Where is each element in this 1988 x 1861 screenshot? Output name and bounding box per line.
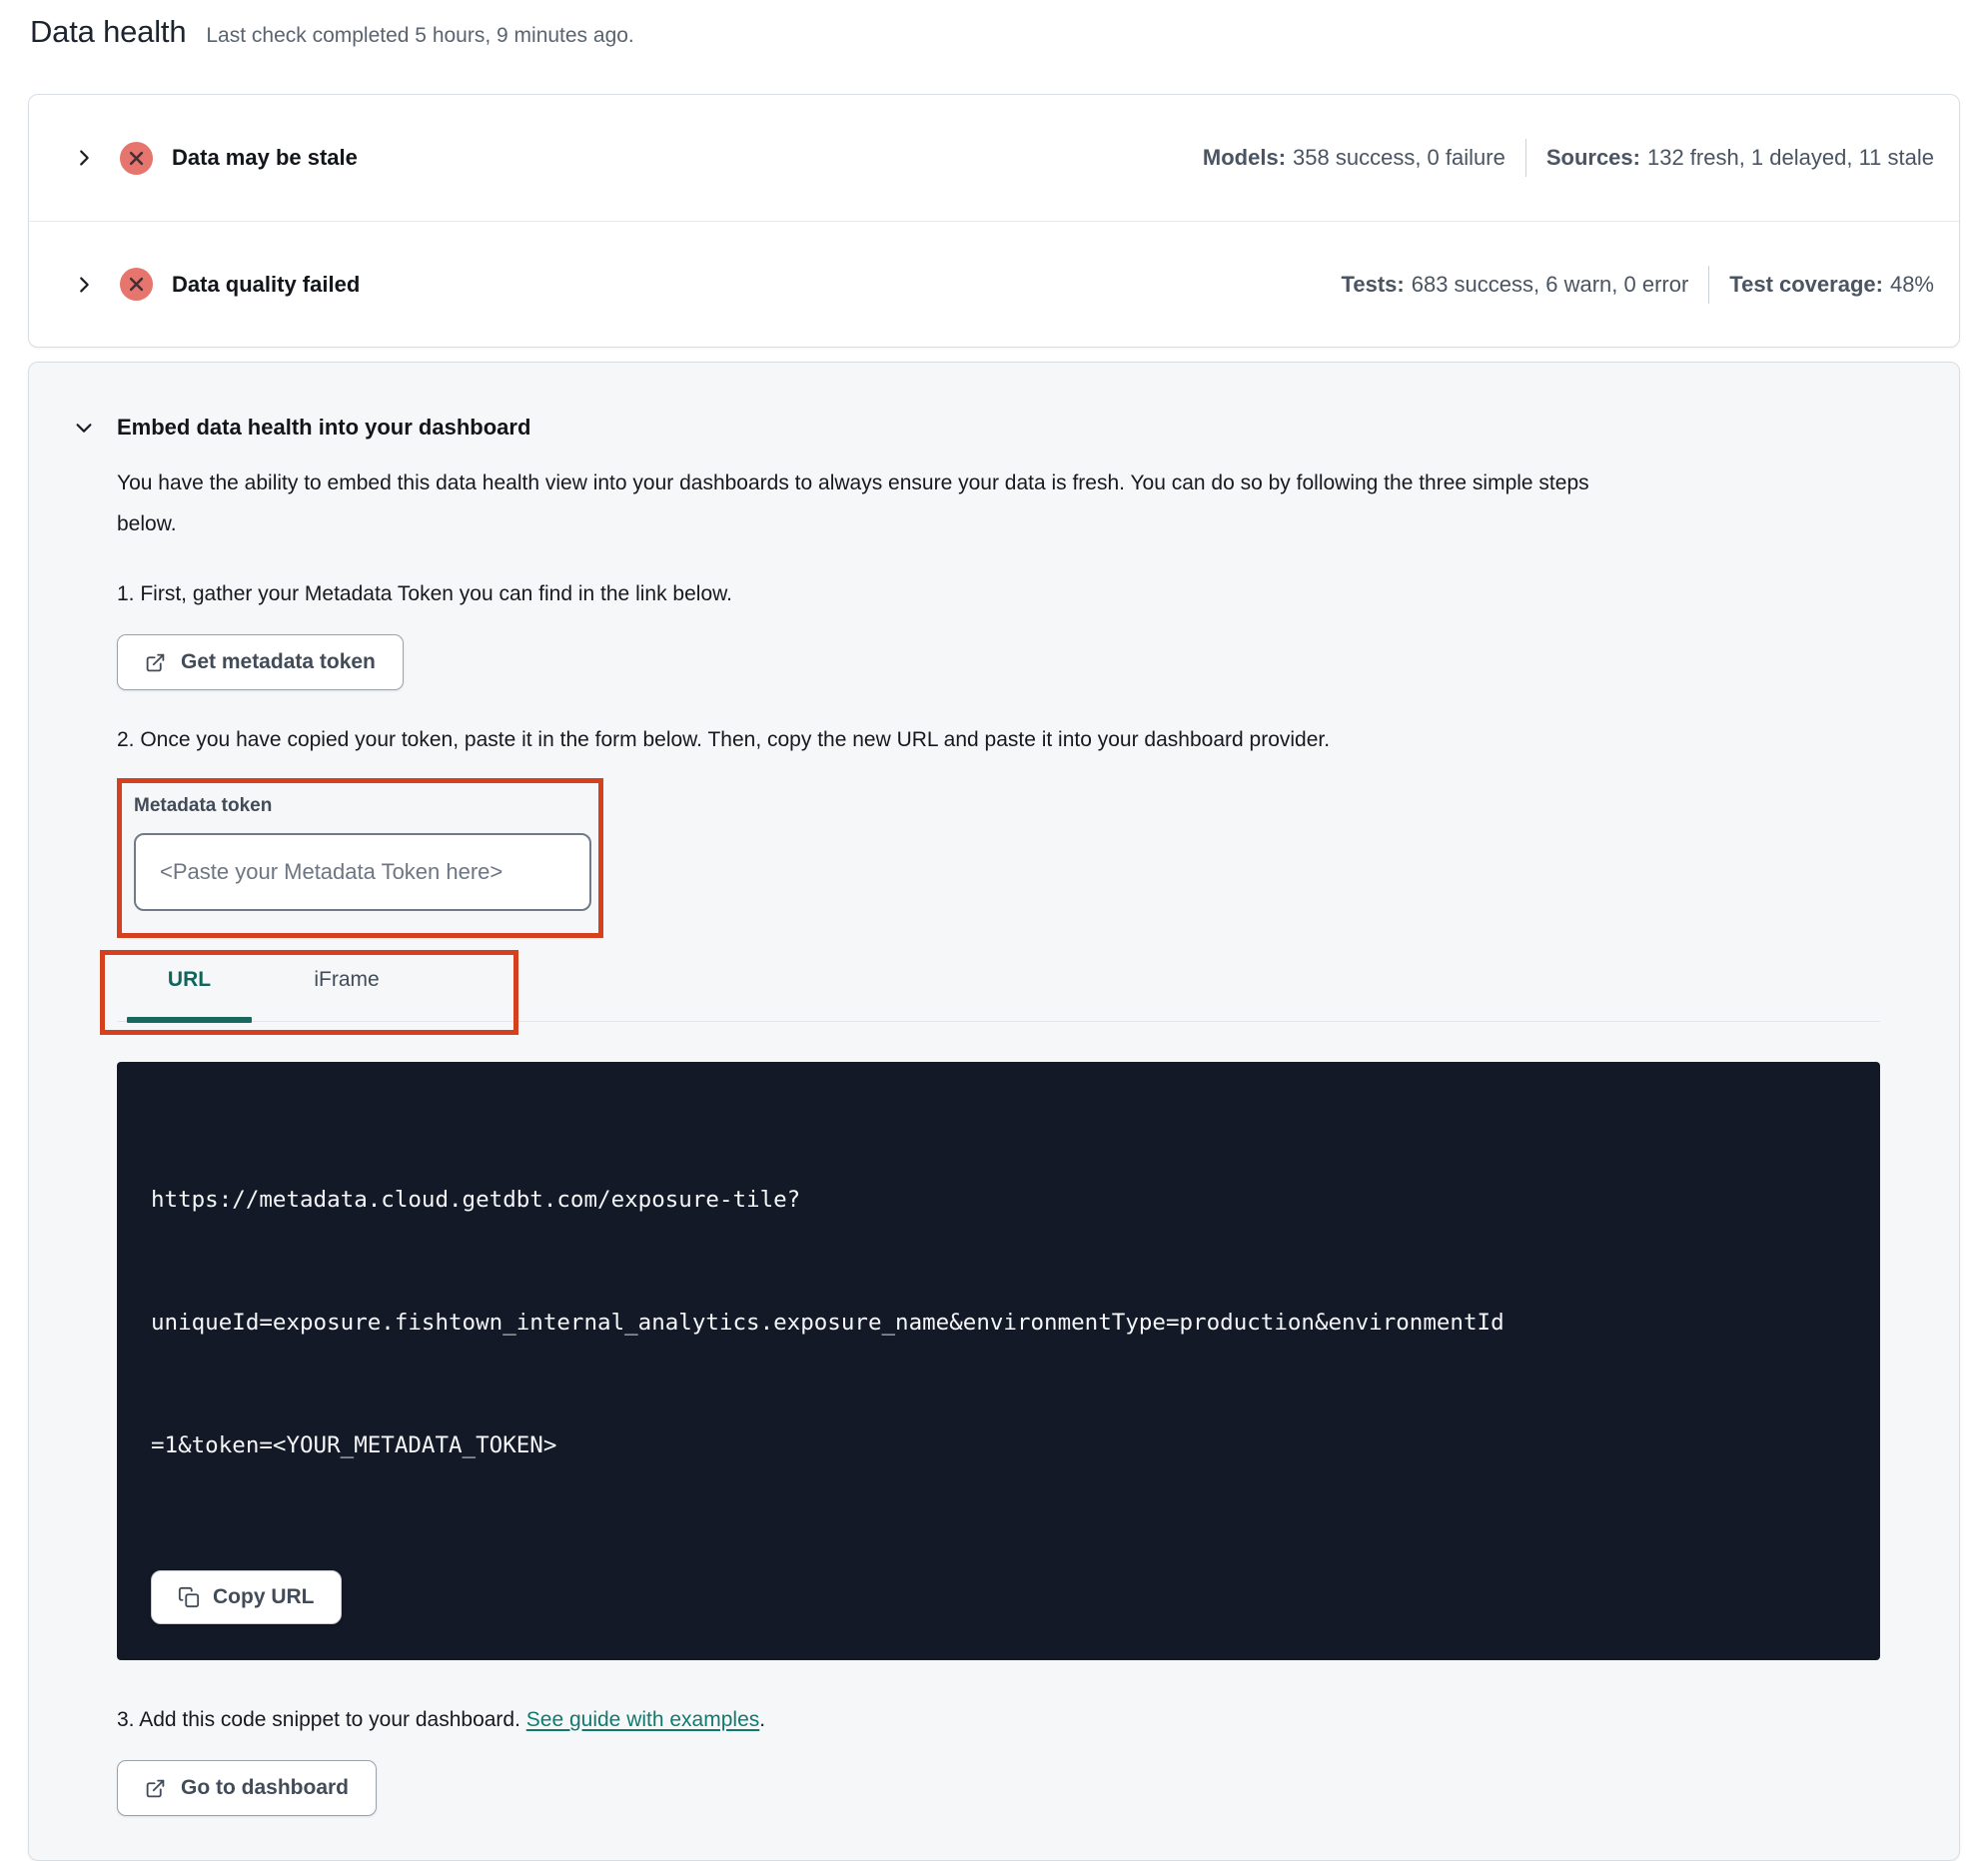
metric-sources-value: 132 fresh, 1 delayed, 11 stale bbox=[1646, 145, 1934, 170]
external-link-icon bbox=[146, 1779, 165, 1797]
last-check-status: Last check completed 5 hours, 9 minutes … bbox=[206, 24, 634, 47]
metric-tests-value: 683 success, 6 warn, 0 error bbox=[1411, 271, 1689, 297]
status-row-quality-metrics: Tests: 683 success, 6 warn, 0 error Test … bbox=[1342, 265, 1934, 304]
embed-url-code-block: https://metadata.cloud.getdbt.com/exposu… bbox=[117, 1062, 1880, 1660]
status-title-quality: Data quality failed bbox=[172, 271, 361, 297]
embed-section-body: You have the ability to embed this data … bbox=[100, 463, 1915, 1816]
metric-models: Models: 358 success, 0 failure bbox=[1203, 145, 1505, 171]
metric-tests: Tests: 683 success, 6 warn, 0 error bbox=[1342, 272, 1689, 298]
get-metadata-token-label: Get metadata token bbox=[181, 650, 376, 673]
metric-sources-label: Sources: bbox=[1545, 145, 1640, 170]
metric-test-coverage: Test coverage: 48% bbox=[1729, 272, 1934, 298]
copy-url-button[interactable]: Copy URL bbox=[151, 1570, 342, 1624]
external-link-icon bbox=[146, 653, 165, 671]
see-guide-link[interactable]: See guide with examples bbox=[526, 1708, 759, 1731]
status-title-stale: Data may be stale bbox=[172, 145, 358, 170]
metric-test-coverage-value: 48% bbox=[1889, 271, 1934, 297]
chevron-right-icon[interactable] bbox=[73, 147, 95, 169]
embed-url-line-3: =1&token=<YOUR_METADATA_TOKEN> bbox=[151, 1432, 557, 1458]
output-format-tabs: URL iFrame bbox=[100, 950, 1915, 1036]
go-to-dashboard-label: Go to dashboard bbox=[181, 1776, 349, 1799]
error-status-icon bbox=[119, 141, 154, 176]
status-row-stale: Data may be stale Models: 358 success, 0 … bbox=[29, 95, 1959, 221]
metric-models-value: 358 success, 0 failure bbox=[1293, 145, 1505, 170]
step-1-text: 1. First, gather your Metadata Token you… bbox=[117, 582, 732, 605]
metric-models-label: Models: bbox=[1202, 145, 1287, 170]
chevron-down-icon[interactable] bbox=[73, 417, 95, 439]
embed-section-title: Embed data health into your dashboard bbox=[117, 415, 531, 440]
metrics-divider bbox=[1708, 265, 1710, 304]
step-3-suffix: . bbox=[759, 1708, 766, 1731]
status-row-stale-metrics: Models: 358 success, 0 failure Sources: 13… bbox=[1203, 139, 1934, 177]
chevron-right-icon[interactable] bbox=[73, 274, 95, 296]
embed-description: You have the ability to embed this data … bbox=[117, 471, 1589, 535]
step-2-text: 2. Once you have copied your token, past… bbox=[117, 728, 1331, 751]
embed-url-line-1: https://metadata.cloud.getdbt.com/exposu… bbox=[151, 1187, 801, 1213]
metadata-token-input[interactable] bbox=[134, 833, 591, 911]
copy-icon bbox=[178, 1586, 200, 1608]
metric-test-coverage-label: Test coverage: bbox=[1729, 271, 1883, 297]
status-row-stale-left: Data may be stale bbox=[73, 141, 358, 176]
embed-section-header: Embed data health into your dashboard bbox=[73, 415, 1915, 441]
annotation-highlight-tabs bbox=[100, 950, 518, 1035]
copy-url-label: Copy URL bbox=[213, 1585, 315, 1608]
get-metadata-token-button[interactable]: Get metadata token bbox=[117, 634, 404, 690]
annotation-highlight-token-field: Metadata token bbox=[117, 778, 603, 938]
metrics-divider bbox=[1524, 139, 1526, 177]
status-card: Data may be stale Models: 358 success, 0 … bbox=[28, 94, 1960, 348]
embed-url-text: https://metadata.cloud.getdbt.com/exposu… bbox=[151, 1098, 1840, 1548]
go-to-dashboard-button[interactable]: Go to dashboard bbox=[117, 1760, 377, 1816]
embed-section-card: Embed data health into your dashboard Yo… bbox=[28, 362, 1960, 1861]
metric-sources: Sources: 132 fresh, 1 delayed, 11 stale bbox=[1546, 145, 1934, 171]
step-3-text: 3. Add this code snippet to your dashboa… bbox=[117, 1708, 1915, 1732]
embed-url-line-2: uniqueId=exposure.fishtown_internal_anal… bbox=[151, 1310, 1504, 1336]
step-3-prefix: 3. Add this code snippet to your dashboa… bbox=[117, 1708, 526, 1731]
data-health-page: Data health Last check completed 5 hours… bbox=[0, 0, 1988, 1861]
metric-tests-label: Tests: bbox=[1341, 271, 1405, 297]
status-row-quality-left: Data quality failed bbox=[73, 267, 360, 302]
error-status-icon bbox=[119, 267, 154, 302]
page-title: Data health bbox=[30, 14, 187, 49]
metadata-token-field-label: Metadata token bbox=[134, 795, 273, 816]
page-header: Data health Last check completed 5 hours… bbox=[28, 14, 1960, 50]
status-row-quality: Data quality failed Tests: 683 success, 6… bbox=[29, 221, 1959, 347]
